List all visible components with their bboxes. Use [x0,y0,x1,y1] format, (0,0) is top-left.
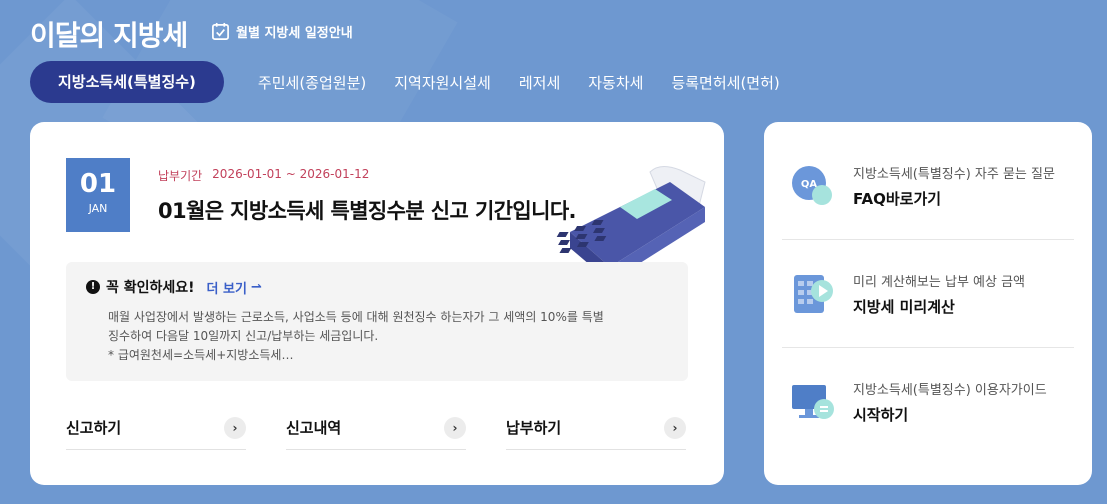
side-item-title: FAQ바로가기 [853,189,942,208]
action-label: 신고내역 [286,419,342,437]
arrow-icon: ⇀ [250,279,262,295]
period-value: 2026-01-01 ~ 2026-01-12 [212,167,370,181]
headline: 01월은 지방소득세 특별징수분 신고 기간입니다. [158,199,577,223]
faq-link[interactable]: QA 지방소득세(특별징수) 자주 묻는 질문 FAQ바로가기 [782,132,1074,240]
main-card: 01 JAN 납부기간 2026-01-01 ~ 2026-01-12 01월은… [30,122,724,485]
side-item-title: 지방세 미리계산 [853,297,955,316]
chevron-right-icon: › [444,417,466,439]
action-label: 신고하기 [66,419,122,437]
side-card: QA 지방소득세(특별징수) 자주 묻는 질문 FAQ바로가기 미리 계산해보는… [764,122,1092,485]
side-item-sub: 지방소득세(특별징수) 이용자가이드 [853,383,1047,398]
user-guide-link[interactable]: 지방소득세(특별징수) 이용자가이드 시작하기 [782,348,1074,456]
notice-body: 매월 사업장에서 발생하는 근로소득, 사업소득 등에 대해 원천징수 하는자가… [108,308,678,365]
period-label: 납부기간 [158,169,203,183]
action-links: 신고하기 › 신고내역 › 납부하기 › [66,410,686,450]
qa-icon: QA [792,165,832,205]
payment-period: 납부기간 2026-01-01 ~ 2026-01-12 [158,167,369,184]
tab-local-income-tax[interactable]: 지방소득세(특별징수) [30,61,224,103]
schedule-link-label: 월별 지방세 일정안내 [236,26,353,41]
tab-resident-tax[interactable]: 주민세(종업원분) [258,72,366,93]
side-item-title: 시작하기 [853,406,909,424]
monitor-guide-icon [792,385,834,419]
exclamation-icon: ! [86,280,100,294]
date-day: 01 [79,169,117,199]
side-item-sub: 지방소득세(특별징수) 자주 묻는 질문 [853,166,1055,182]
notice-line: 매월 사업장에서 발생하는 근로소득, 사업소득 등에 대해 원천징수 하는자가… [108,310,604,324]
calendar-check-icon [212,22,229,40]
notice-box: ! 꼭 확인하세요! 더 보기 ⇀ 매월 사업장에서 발생하는 근로소득, 사업… [66,262,688,381]
pay-button[interactable]: 납부하기 › [506,410,686,450]
monthly-schedule-link[interactable]: 월별 지방세 일정안내 [211,22,353,41]
tab-leisure-tax[interactable]: 레저세 [519,72,560,93]
chevron-right-icon: › [664,417,686,439]
calculator-icon [794,274,833,313]
notice-header: ! 꼭 확인하세요! 더 보기 ⇀ [86,277,262,297]
tab-registration-license-tax[interactable]: 등록면허세(면허) [671,72,779,93]
date-badge: 01 JAN [66,158,130,232]
side-item-sub: 미리 계산해보는 납부 예상 금액 [853,274,1026,290]
action-label: 납부하기 [506,419,562,437]
report-history-button[interactable]: 신고내역 › [286,410,466,450]
notice-line: 징수하여 다음달 10일까지 신고/납부하는 세금입니다. [108,329,379,343]
notice-title: 꼭 확인하세요! [106,280,195,296]
date-month: JAN [88,202,108,215]
pre-calculation-link[interactable]: 미리 계산해보는 납부 예상 금액 지방세 미리계산 [782,240,1074,348]
notice-line: * 급여원천세=소득세+지방소득세… [108,348,294,362]
tax-tabs: 지방소득세(특별징수) 주민세(종업원분) 지역자원시설세 레저세 자동차세 등… [30,61,794,103]
tab-regional-resource-tax[interactable]: 지역자원시설세 [394,72,491,93]
more-link-label: 더 보기 [206,281,247,297]
chevron-right-icon: › [224,417,246,439]
file-report-button[interactable]: 신고하기 › [66,410,246,450]
page-title: 이달의 지방세 [30,19,188,52]
tab-vehicle-tax[interactable]: 자동차세 [588,72,643,93]
more-link[interactable]: 더 보기 ⇀ [207,278,262,297]
